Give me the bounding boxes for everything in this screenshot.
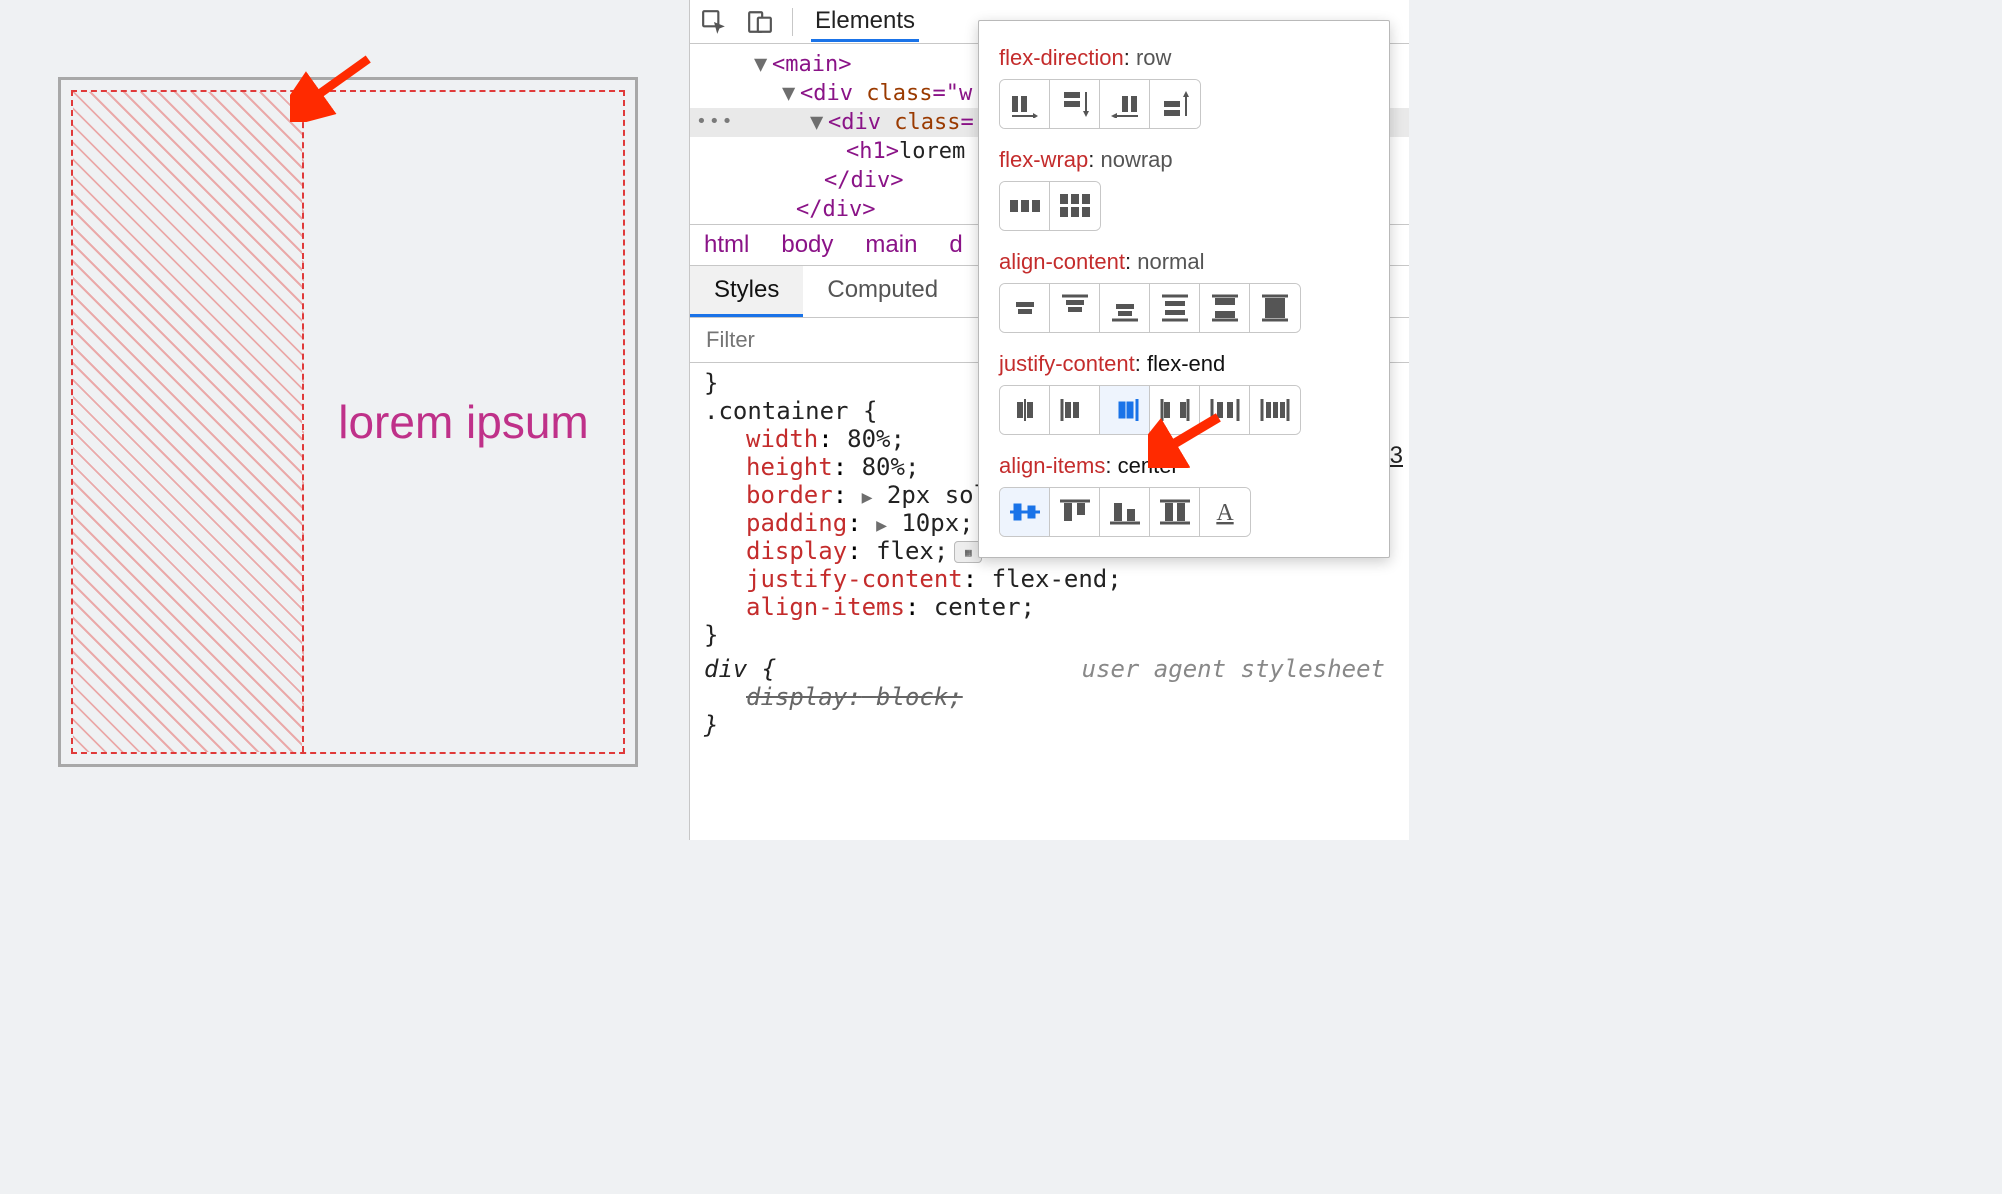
device-toolbar-icon[interactable] (746, 8, 774, 36)
justify-content-space-around-icon[interactable] (1200, 386, 1250, 434)
breadcrumb-div[interactable]: d (949, 231, 962, 259)
justify-content-space-evenly-icon[interactable] (1250, 386, 1300, 434)
label-align-items: align-items (999, 453, 1105, 478)
flex-direction-row-reverse-icon[interactable] (1100, 80, 1150, 128)
label-flex-direction: flex-direction (999, 45, 1124, 70)
user-agent-stylesheet-label: user agent stylesheet (1082, 655, 1385, 683)
align-content-start-icon[interactable] (1050, 284, 1100, 332)
tab-styles[interactable]: Styles (690, 266, 803, 317)
breadcrumb-main[interactable]: main (865, 231, 917, 259)
flex-item-area: lorem ipsum (304, 92, 623, 752)
justify-content-start-icon[interactable] (1050, 386, 1100, 434)
justify-content-space-between-icon[interactable] (1150, 386, 1200, 434)
preview-heading: lorem ipsum (338, 395, 589, 449)
flex-wrap-nowrap-icon[interactable] (1000, 182, 1050, 230)
flex-direction-column-icon[interactable] (1050, 80, 1100, 128)
tab-elements[interactable]: Elements (811, 1, 919, 42)
align-content-center-icon[interactable] (1000, 284, 1050, 332)
tab-computed[interactable]: Computed (803, 266, 962, 317)
align-content-options (999, 283, 1301, 333)
flex-wrap-options (999, 181, 1101, 231)
align-items-baseline-icon[interactable]: A (1200, 488, 1250, 536)
flex-direction-column-reverse-icon[interactable] (1150, 80, 1200, 128)
breadcrumb-html[interactable]: html (704, 231, 749, 259)
align-content-stretch-icon[interactable] (1250, 284, 1300, 332)
align-content-end-icon[interactable] (1100, 284, 1150, 332)
flex-wrap-wrap-icon[interactable] (1050, 182, 1100, 230)
justify-content-end-icon[interactable] (1100, 386, 1150, 434)
label-justify-content: justify-content (999, 351, 1135, 376)
container-box: lorem ipsum (58, 77, 638, 767)
svg-text:A: A (1216, 500, 1234, 526)
align-items-start-icon[interactable] (1050, 488, 1100, 536)
align-content-space-around-icon[interactable] (1150, 284, 1200, 332)
justify-content-options (999, 385, 1301, 435)
toolbar-separator (792, 8, 793, 36)
label-align-content: align-content (999, 249, 1125, 274)
flex-free-space-hatch (73, 92, 304, 752)
flex-free-space-outline: lorem ipsum (71, 90, 625, 754)
align-items-options: A (999, 487, 1251, 537)
inspect-element-icon[interactable] (700, 8, 728, 36)
label-flex-wrap: flex-wrap (999, 147, 1088, 172)
flex-direction-row-icon[interactable] (1000, 80, 1050, 128)
page-preview: lorem ipsum (0, 0, 689, 840)
align-items-center-icon[interactable] (1000, 488, 1050, 536)
flex-direction-options (999, 79, 1201, 129)
justify-content-center-icon[interactable] (1000, 386, 1050, 434)
align-content-space-between-icon[interactable] (1200, 284, 1250, 332)
breadcrumb-body[interactable]: body (781, 231, 833, 259)
align-items-stretch-icon[interactable] (1150, 488, 1200, 536)
align-items-end-icon[interactable] (1100, 488, 1150, 536)
flexbox-editor-popover: flex-direction: row flex-wrap: nowrap al… (978, 20, 1390, 558)
